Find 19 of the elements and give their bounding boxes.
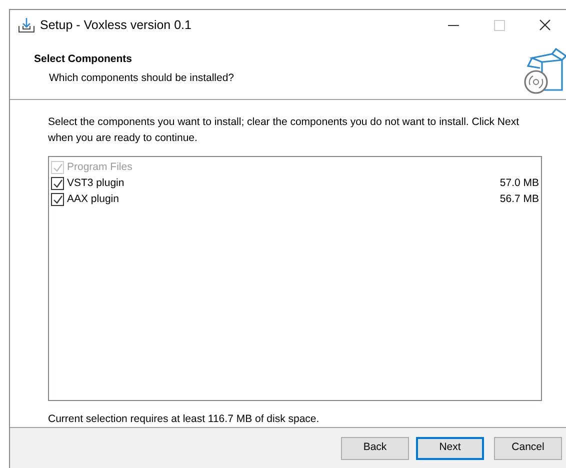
- component-size: 57.0 MB: [500, 176, 539, 191]
- window-title: Setup - Voxless version 0.1: [40, 16, 192, 34]
- minimize-icon: [448, 24, 458, 26]
- disk-space-text: Current selection requires at least 116.7 MB of disk space.: [48, 412, 320, 427]
- component-label: AAX plugin: [67, 192, 119, 207]
- component-label: VST3 plugin: [67, 176, 124, 191]
- component-label: Program Files: [67, 160, 132, 175]
- setup-icon: [18, 17, 35, 33]
- maximize-icon: [494, 20, 504, 30]
- close-icon: [539, 19, 551, 31]
- instructions-text: Select the components you want to install; clear the components you do not want to install. Click Next when you are ready to continue.: [48, 115, 520, 146]
- dialog-button[interactable]: Cancel: [494, 436, 562, 460]
- dialog-button[interactable]: Next: [416, 436, 484, 460]
- checkbox[interactable]: [51, 193, 64, 206]
- page-title: Select Components: [34, 52, 134, 67]
- page-subtitle: Which components should be installed?: [49, 70, 236, 86]
- dialog-button[interactable]: Back: [341, 436, 409, 460]
- checkbox[interactable]: [51, 177, 64, 190]
- component-size: 56.7 MB: [500, 192, 539, 207]
